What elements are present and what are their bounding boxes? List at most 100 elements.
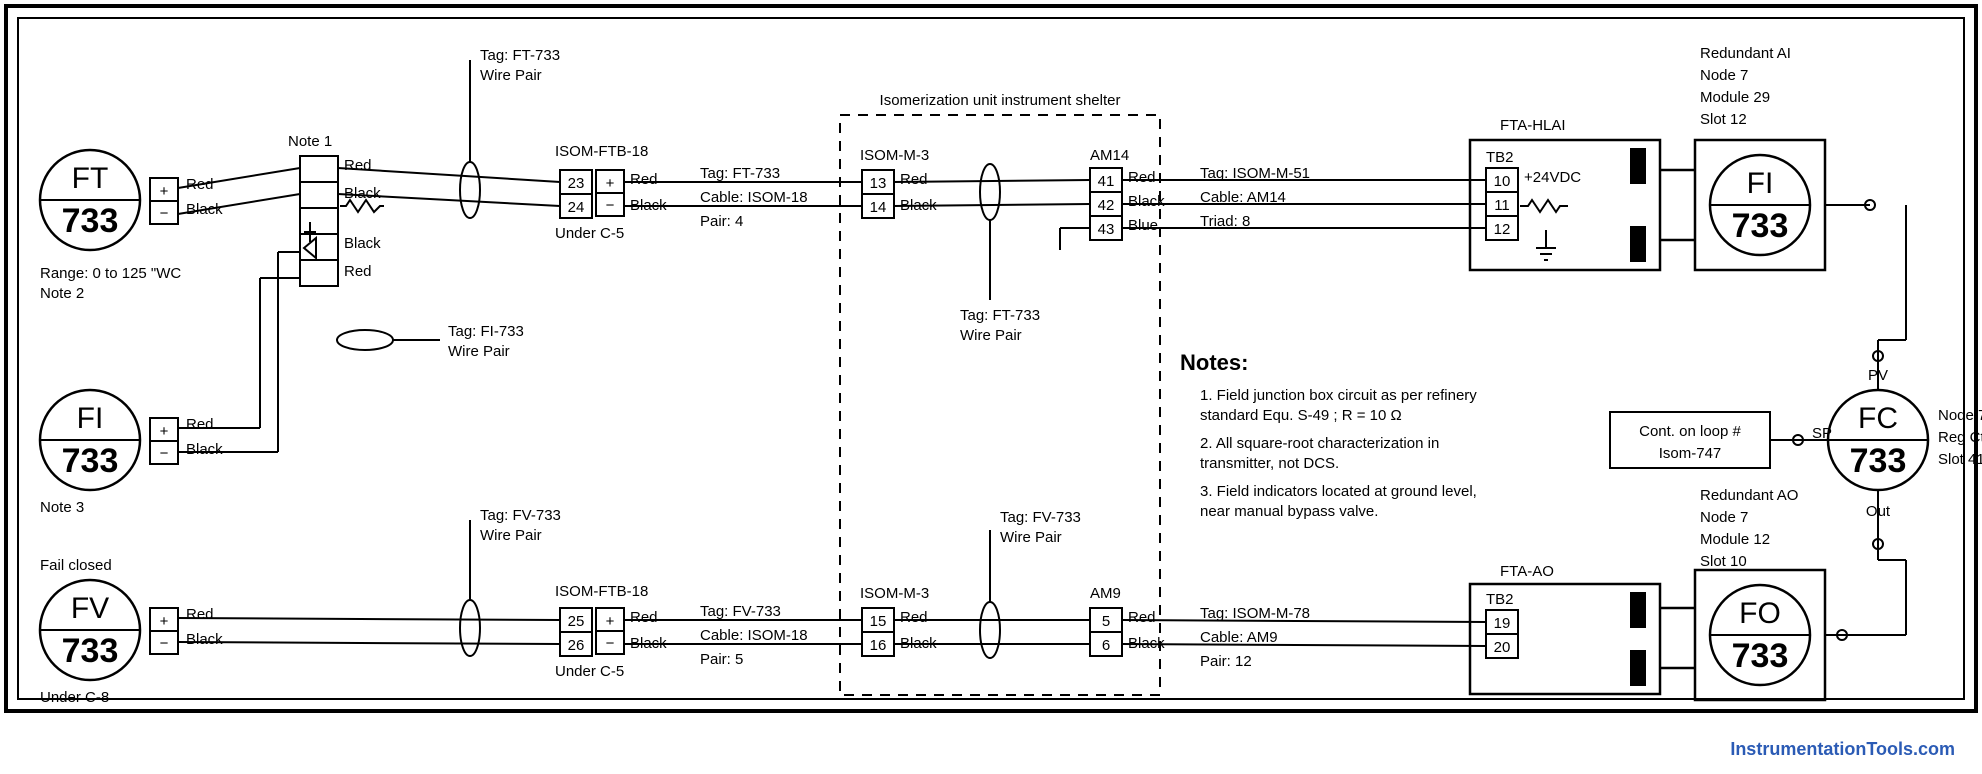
label: Red: [1128, 609, 1156, 626]
wire: [178, 618, 560, 620]
fv-bubble-num: 733: [62, 632, 119, 670]
fi-field-bubble-tag: FI: [77, 402, 104, 435]
label: Range: 0 to 125 "WC: [40, 265, 181, 282]
label: Node 7: [1938, 407, 1982, 424]
label: Red: [186, 606, 214, 623]
fc-bubble-tag: FC: [1858, 402, 1898, 435]
label: Under C-8: [40, 689, 109, 706]
fi-dcs-tag: FI: [1747, 167, 1774, 200]
label: −: [606, 197, 615, 214]
label: 41: [1098, 173, 1115, 190]
label: ISOM-M-3: [860, 147, 929, 164]
frame-outer: [6, 6, 1976, 711]
label: −: [606, 635, 615, 652]
label: standard Equ. S-49 ; R = 10 Ω: [1200, 407, 1402, 424]
label: Under C-5: [555, 225, 624, 242]
label: Tag: FV-733: [700, 603, 781, 620]
label: near manual bypass valve.: [1200, 503, 1378, 520]
resistor-icon: [1520, 200, 1568, 212]
wire: [338, 168, 560, 182]
label: 3. Field indicators located at ground le…: [1200, 483, 1477, 500]
label: Red: [900, 171, 928, 188]
label: +: [160, 423, 169, 440]
label: AM9: [1090, 585, 1121, 602]
label: 20: [1494, 639, 1511, 656]
shield-belt: [337, 330, 393, 350]
label: Pair: 4: [700, 213, 743, 230]
label: ISOM-M-3: [860, 585, 929, 602]
label: Redundant AO: [1700, 487, 1798, 504]
ground-icon: [1536, 230, 1556, 260]
conn-bar: [1630, 650, 1646, 686]
label: Redundant AI: [1700, 45, 1791, 62]
label: 12: [1494, 221, 1511, 238]
label: Black: [186, 441, 223, 458]
label: Red: [900, 609, 928, 626]
shield-belt: [980, 164, 1000, 220]
label: Cont. on loop #: [1639, 423, 1741, 440]
fo-dcs-tag: FO: [1739, 597, 1781, 630]
label: Black: [1128, 193, 1165, 210]
label: ISOM-FTB-18: [555, 143, 648, 160]
label: Tag: ISOM-M-78: [1200, 605, 1310, 622]
label: 16: [870, 637, 887, 654]
label: 25: [568, 613, 585, 630]
label: Slot 12: [1700, 111, 1747, 128]
label: FTA-AO: [1500, 563, 1554, 580]
fi-dcs-num: 733: [1732, 207, 1789, 245]
label: Black: [186, 631, 223, 648]
label: Slot 10: [1700, 553, 1747, 570]
wire: [178, 642, 560, 644]
label: Red: [344, 157, 372, 174]
label: 13: [870, 175, 887, 192]
attribution: InstrumentationTools.com: [1730, 739, 1955, 759]
label: 11: [1494, 197, 1510, 214]
label: Fail closed: [40, 557, 112, 574]
field-jb: [300, 156, 338, 286]
conn-bar: [1630, 226, 1646, 262]
label: transmitter, not DCS.: [1200, 455, 1339, 472]
label: Red: [186, 416, 214, 433]
label: Tag: FV-733: [1000, 509, 1081, 526]
wire: [1122, 644, 1486, 646]
label: Module 29: [1700, 89, 1770, 106]
label: 5: [1102, 613, 1110, 630]
label: −: [160, 635, 169, 652]
label: 19: [1494, 615, 1511, 632]
label: Reg Ctl: [1938, 429, 1982, 446]
label: Cable: ISOM-18: [700, 189, 808, 206]
label: AM14: [1090, 147, 1129, 164]
conn-bar: [1630, 592, 1646, 628]
label: Red: [1128, 169, 1156, 186]
label: Note 3: [40, 499, 84, 516]
label: Slot 41: [1938, 451, 1982, 468]
label: Isom-747: [1659, 445, 1722, 462]
label: TB2: [1486, 149, 1514, 166]
label: Tag: FT-733: [960, 307, 1040, 324]
notes-header: Notes:: [1180, 350, 1248, 375]
label: +: [160, 183, 169, 200]
label: Pair: 5: [700, 651, 743, 668]
label: +: [606, 613, 615, 630]
label: Isomerization unit instrument shelter: [880, 92, 1121, 109]
label: Wire Pair: [480, 67, 542, 84]
shield-belt: [460, 600, 480, 656]
label: Red: [344, 263, 372, 280]
shield-belt: [980, 602, 1000, 658]
label: ISOM-FTB-18: [555, 583, 648, 600]
label: Cable: AM9: [1200, 629, 1278, 646]
label: Blue: [1128, 217, 1158, 234]
label: 24: [568, 199, 585, 216]
label: Wire Pair: [480, 527, 542, 544]
wire: [1122, 620, 1486, 622]
label: Module 12: [1700, 531, 1770, 548]
label: Tag: FT-733: [480, 47, 560, 64]
conn-bar: [1630, 148, 1646, 184]
fi-field-bubble-num: 733: [62, 442, 119, 480]
label: 26: [568, 637, 585, 654]
label: Tag: FV-733: [480, 507, 561, 524]
ft-bubble-tag: FT: [72, 162, 109, 195]
label: Wire Pair: [960, 327, 1022, 344]
label: Node 7: [1700, 509, 1748, 526]
label: Red: [630, 609, 658, 626]
